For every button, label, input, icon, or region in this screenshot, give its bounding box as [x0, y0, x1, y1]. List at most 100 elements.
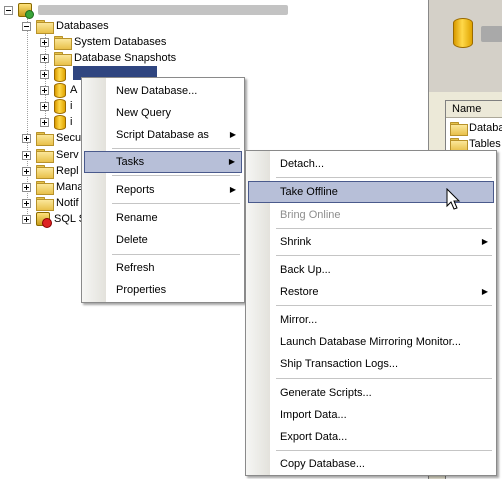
tree-node-database[interactable]: i [40, 98, 72, 114]
column-header-name[interactable]: Name [446, 101, 502, 118]
menu-item-label: Restore [280, 286, 319, 298]
tree-node-server-objects[interactable]: Serv [22, 147, 79, 163]
menu-separator [112, 175, 240, 176]
expand-icon[interactable] [40, 101, 49, 111]
tree-node-system-databases[interactable]: System Databases [40, 34, 166, 50]
menu-separator [112, 254, 240, 255]
tree-node-label: Serv [56, 149, 79, 161]
menu-separator [276, 177, 492, 178]
database-context-menu: New Database... New Query Script Databas… [81, 77, 245, 303]
expand-icon[interactable] [22, 182, 31, 192]
menu-item-restore[interactable]: Restore ▶ [248, 281, 494, 303]
folder-icon [36, 165, 54, 179]
menu-item-label: Reports [116, 184, 155, 196]
summary-title-redacted [481, 26, 502, 42]
menu-separator [276, 305, 492, 306]
menu-item-delete[interactable]: Delete [84, 229, 242, 251]
tree-node-sql-server-agent[interactable]: SQL S [22, 211, 86, 228]
list-item-label: Databa [469, 122, 502, 134]
expand-icon[interactable] [40, 69, 49, 79]
menu-item-launch-mirroring-monitor[interactable]: Launch Database Mirroring Monitor... [248, 331, 494, 353]
menu-item-tasks[interactable]: Tasks ▶ [84, 151, 242, 173]
database-icon [54, 98, 66, 114]
menu-item-properties[interactable]: Properties [84, 279, 242, 301]
tree-node-database[interactable]: A [40, 82, 77, 98]
menu-item-generate-scripts[interactable]: Generate Scripts... [248, 382, 494, 404]
tree-node-database[interactable]: i [40, 114, 72, 130]
expand-icon[interactable] [22, 214, 31, 224]
summary-header [429, 0, 502, 92]
menu-item-reports[interactable]: Reports ▶ [84, 179, 242, 201]
tree-node-label: i [70, 116, 73, 128]
menu-separator [276, 450, 492, 451]
menu-item-label: Script Database as [116, 129, 209, 141]
folder-icon [36, 149, 54, 163]
expand-icon[interactable] [22, 133, 31, 143]
tree-node-database-snapshots[interactable]: Database Snapshots [40, 50, 176, 66]
tree-node-management[interactable]: Mana [22, 179, 84, 195]
submenu-arrow-icon: ▶ [229, 130, 236, 139]
database-icon [54, 82, 66, 98]
expand-icon[interactable] [40, 85, 49, 95]
menu-item-import-data[interactable]: Import Data... [248, 404, 494, 426]
tree-node-server[interactable] [4, 2, 288, 19]
collapse-icon[interactable] [4, 5, 13, 15]
tree-node-label: Repl [56, 165, 79, 177]
folder-icon [54, 36, 72, 50]
menu-item-export-data[interactable]: Export Data... [248, 426, 494, 448]
menu-item-back-up[interactable]: Back Up... [248, 259, 494, 281]
tree-node-selected-database[interactable] [40, 66, 66, 82]
expand-icon[interactable] [22, 166, 31, 176]
mouse-pointer-icon [446, 188, 461, 210]
menu-separator [276, 228, 492, 229]
tree-node-label: System Databases [74, 36, 167, 48]
expand-icon[interactable] [40, 53, 49, 63]
menu-item-copy-database[interactable]: Copy Database... [248, 453, 494, 475]
tree-node-label: Notif [56, 197, 79, 209]
folder-icon [36, 197, 54, 211]
tree-node-label: Secu [56, 132, 82, 144]
menu-item-new-database[interactable]: New Database... [84, 80, 242, 102]
server-name-redacted [38, 5, 288, 15]
submenu-arrow-icon: ▶ [481, 237, 488, 246]
menu-item-label: Tasks [116, 156, 145, 168]
sql-agent-icon [36, 212, 52, 228]
menu-item-shrink[interactable]: Shrink ▶ [248, 231, 494, 253]
expand-icon[interactable] [22, 198, 31, 208]
menu-item-detach[interactable]: Detach... [248, 153, 494, 175]
expand-icon[interactable] [40, 37, 49, 47]
list-item-label: Tables [469, 138, 501, 150]
collapse-icon[interactable] [22, 21, 31, 31]
menu-separator [112, 148, 240, 149]
menu-item-ship-transaction-logs[interactable]: Ship Transaction Logs... [248, 353, 494, 375]
menu-separator [276, 255, 492, 256]
tree-node-security[interactable]: Secu [22, 130, 81, 146]
menu-item-mirror[interactable]: Mirror... [248, 309, 494, 331]
server-icon [18, 3, 34, 19]
tree-node-label: Databases [56, 20, 109, 32]
folder-icon [54, 52, 72, 66]
tree-node-databases[interactable]: Databases [22, 18, 109, 34]
menu-separator [112, 203, 240, 204]
menu-item-refresh[interactable]: Refresh [84, 257, 242, 279]
database-icon [54, 114, 66, 130]
database-icon [54, 66, 66, 82]
tree-node-label: A [70, 84, 78, 96]
menu-item-rename[interactable]: Rename [84, 207, 242, 229]
tree-node-label: Mana [56, 181, 84, 193]
tree-node-label: i [70, 100, 73, 112]
folder-icon [36, 181, 54, 195]
tree-node-notification[interactable]: Notif [22, 195, 79, 211]
list-item[interactable]: Databa [450, 120, 502, 136]
tree-node-replication[interactable]: Repl [22, 163, 79, 179]
submenu-arrow-icon: ▶ [481, 287, 488, 296]
folder-icon [450, 138, 468, 152]
menu-separator [276, 378, 492, 379]
expand-icon[interactable] [40, 117, 49, 127]
expand-icon[interactable] [22, 150, 31, 160]
menu-item-new-query[interactable]: New Query [84, 102, 242, 124]
folder-icon [36, 132, 54, 146]
menu-item-script-database-as[interactable]: Script Database as ▶ [84, 124, 242, 146]
database-icon [453, 18, 473, 48]
submenu-arrow-icon: ▶ [229, 185, 236, 194]
